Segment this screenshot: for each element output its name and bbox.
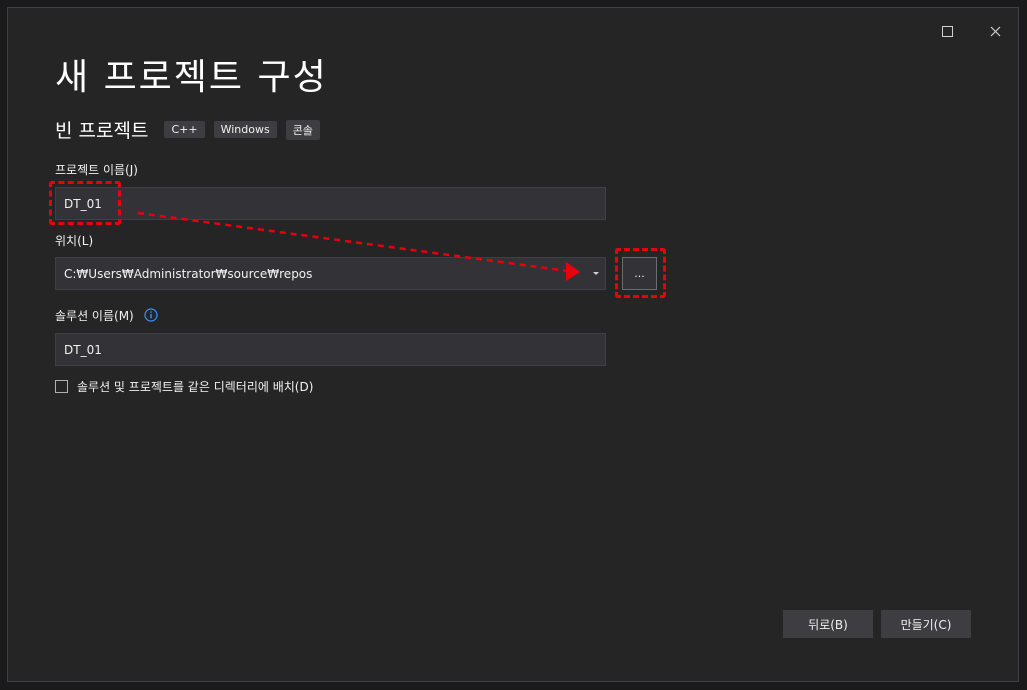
solution-name-input[interactable]: DT_01 [55,333,606,366]
same-directory-checkbox[interactable] [55,380,68,393]
create-button[interactable]: 만들기(C) [881,610,971,638]
close-icon [990,26,1000,36]
project-name-label: 프로젝트 이름(J) [55,163,138,177]
close-button[interactable] [978,16,1012,46]
tag-windows: Windows [213,121,277,138]
same-directory-option[interactable]: 솔루션 및 프로젝트를 같은 디렉터리에 배치(D) [55,378,313,395]
page-title: 새 프로젝트 구성 [55,57,328,98]
location-combobox[interactable]: C:₩Users₩Administrator₩source₩repos [55,257,606,290]
chevron-down-icon[interactable] [593,272,599,275]
tag-cpp: C++ [164,121,205,138]
same-directory-label: 솔루션 및 프로젝트를 같은 디렉터리에 배치(D) [77,380,314,394]
template-name: 빈 프로젝트 [55,120,149,142]
solution-name-label: 솔루션 이름(M) [55,309,134,323]
location-label: 위치(L) [55,234,94,248]
dialog-window: 새 프로젝트 구성 빈 프로젝트 C++ Windows 콘솔 프로젝트 이름(… [7,7,1019,682]
maximize-icon [941,25,953,37]
solution-name-value: DT_01 [64,342,102,357]
info-icon[interactable] [144,308,158,322]
back-button[interactable]: 뒤로(B) [783,610,873,638]
maximize-button[interactable] [930,16,964,46]
location-value: C:₩Users₩Administrator₩source₩repos [64,266,313,281]
project-name-input[interactable]: DT_01 [55,187,606,220]
template-info: 빈 프로젝트 C++ Windows 콘솔 [55,116,329,143]
browse-button[interactable]: ... [622,257,657,290]
tag-console: 콘솔 [285,119,320,140]
project-name-value: DT_01 [64,196,102,211]
